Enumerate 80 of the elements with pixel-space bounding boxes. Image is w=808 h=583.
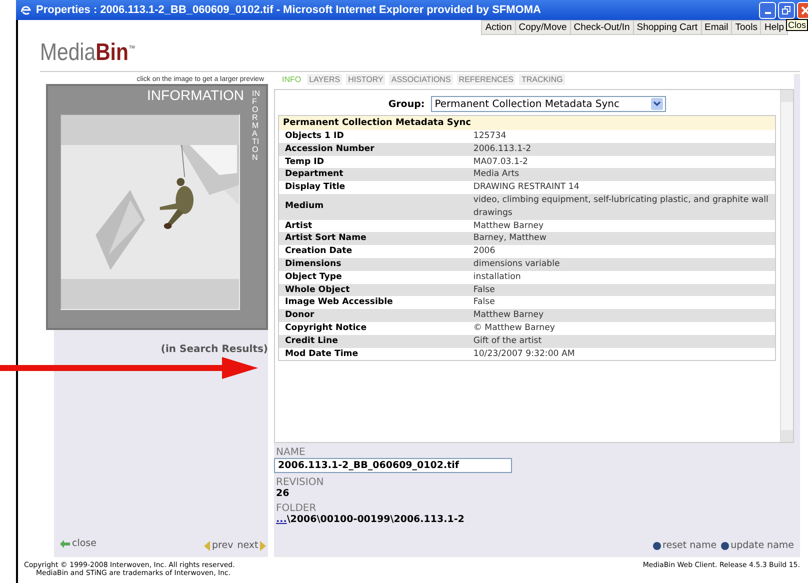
table-cell: Gift of the artist [467, 334, 776, 348]
table-cell: © Matthew Barney [467, 322, 776, 335]
table-cell: Medium [278, 194, 468, 220]
side-label: INFORMATION [252, 90, 260, 162]
window-title: Properties : 2006.113.1-2_BB_060609_0102.tif - Microsoft Internet Explorer provided by SFMOMA [36, 4, 541, 16]
table-cell: Display Title [278, 181, 468, 194]
table-cell: Temp ID [278, 156, 468, 168]
table-header: Permanent Collection Metadata Sync [278, 116, 776, 130]
folder-path: \2006\00100-00199\2006.113.1-2 [286, 514, 464, 525]
group-label: Group: [388, 98, 425, 110]
revision-value: 26 [275, 488, 290, 499]
table-cell: Creation Date [278, 245, 468, 258]
table-cell: Copyright Notice [278, 322, 468, 335]
table-cell: installation [467, 270, 776, 284]
image-frame[interactable] [60, 114, 240, 310]
field-label: REVISION [275, 477, 325, 488]
field-label: FOLDER [275, 503, 318, 514]
tab[interactable]: REFERENCES [456, 74, 516, 85]
tab[interactable]: HISTORY [346, 74, 386, 85]
dropdown-icon [650, 98, 663, 110]
logo: MediaBin$^{™}$ [40, 38, 136, 67]
close-icon [801, 6, 808, 14]
panel-title: INFORMATION [147, 87, 244, 103]
field-label: NAME [275, 447, 306, 458]
restore-button[interactable] [778, 2, 795, 18]
menu-item[interactable]: Help [760, 21, 787, 34]
menu-item[interactable]: Email [700, 21, 732, 34]
table-cell: Matthew Barney [467, 220, 776, 232]
search-results-caption: (in Search Results) [160, 343, 268, 355]
table-cell: False [467, 296, 776, 310]
table-cell: 2006.113.1-2 [467, 142, 776, 156]
triangle-right-icon [260, 540, 266, 550]
menu-item[interactable]: Check-Out/In [570, 21, 633, 34]
table-cell: 10/23/2007 9:32:00 AM [467, 348, 776, 361]
update-name-link[interactable]: update name [720, 540, 794, 551]
table-cell: Objects 1 ID [278, 130, 468, 143]
arrow-left-icon [60, 540, 70, 548]
table-cell: Donor [278, 309, 468, 322]
table-cell: Artist Sort Name [278, 232, 468, 246]
table-cell: Artist [278, 220, 468, 232]
tab[interactable]: TRACKING [519, 74, 565, 85]
table-cell: Accession Number [278, 142, 468, 156]
table-cell: Media Arts [467, 168, 776, 182]
table-cell: Matthew Barney [467, 309, 776, 322]
folder-link[interactable]: ... [274, 514, 287, 525]
menu-item[interactable]: Tools [731, 21, 760, 34]
scrollbar[interactable] [780, 90, 793, 442]
table-cell: False [467, 284, 776, 296]
minimize-button[interactable] [759, 2, 776, 18]
table-cell: Object Type [278, 270, 468, 284]
close-link[interactable]: close [60, 538, 96, 557]
table-cell: Barney, Matthew [467, 232, 776, 246]
menu-item[interactable]: Action [482, 21, 515, 34]
triangle-left-icon [204, 540, 210, 550]
table-cell: video, climbing equipment, self-lubricating plastic, and graphite wall drawings [467, 194, 776, 220]
table-cell: Whole Object [278, 284, 468, 296]
table-cell: DRAWING RESTRAINT 14 [467, 181, 776, 194]
table-cell: Credit Line [278, 334, 468, 348]
prev-link[interactable]: prev [204, 540, 234, 551]
reset-name-link[interactable]: reset name [652, 540, 717, 551]
next-link[interactable]: next [237, 540, 266, 551]
circle-icon [720, 542, 729, 550]
tooltip: Clos [786, 19, 808, 31]
table-cell: 2006 [467, 245, 776, 258]
table-cell: 125734 [467, 130, 776, 143]
menu-item[interactable]: Copy/Move [514, 21, 570, 34]
table-cell: Image Web Accessible [278, 296, 468, 310]
table-cell: MA07.03.1-2 [467, 156, 776, 168]
table-cell: Mod Date Time [278, 348, 468, 361]
browser-icon [20, 4, 32, 16]
table-cell: dimensions variable [467, 258, 776, 271]
tab[interactable]: ASSOCIATIONS [389, 74, 453, 85]
tab[interactable]: LAYERS [307, 74, 342, 85]
circle-icon [652, 542, 661, 550]
menu-item[interactable]: Shopping Cart [632, 21, 700, 34]
table-cell: Department [278, 168, 468, 182]
group-dropdown[interactable]: Permanent Collection Metadata Sync [430, 96, 666, 112]
table-cell: Dimensions [278, 258, 468, 271]
name-field[interactable]: 2006.113.1-2_BB_060609_0102.tif [274, 458, 512, 473]
restore-icon [782, 6, 791, 14]
